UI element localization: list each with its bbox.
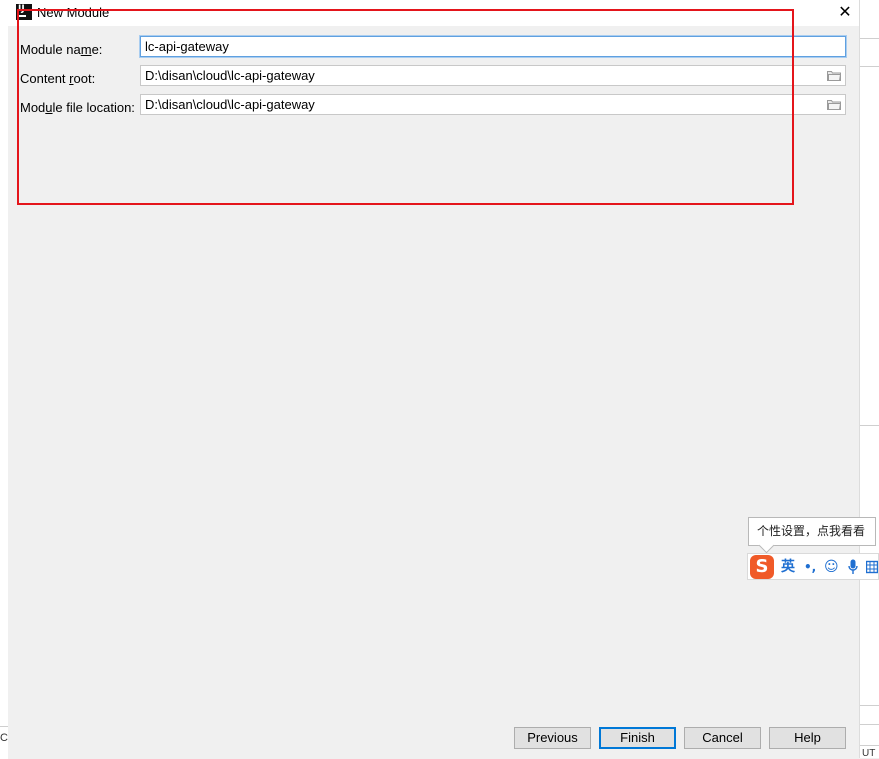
module-name-label: Module name: — [20, 42, 103, 57]
background-window-right — [859, 0, 879, 758]
new-module-dialog: IJ New Module ✕ Module name: Content roo… — [8, 0, 859, 758]
ime-tooltip-text: 个性设置，点我看看 — [757, 524, 866, 538]
module-file-location-label: Module file location: — [20, 100, 135, 115]
previous-button[interactable]: Previous — [514, 727, 591, 749]
content-root-input[interactable] — [141, 66, 819, 85]
help-button[interactable]: Help — [769, 727, 846, 749]
browse-folder-icon[interactable] — [827, 70, 841, 81]
sogou-logo-icon[interactable]: S — [750, 555, 774, 579]
ime-punctuation-toggle[interactable]: •, — [804, 557, 816, 577]
module-name-input[interactable] — [141, 37, 819, 56]
dialog-title: New Module — [37, 5, 110, 20]
finish-button[interactable]: Finish — [599, 727, 676, 749]
content-root-label: Content root: — [20, 71, 96, 86]
keyboard-icon[interactable] — [866, 560, 878, 574]
microphone-icon[interactable] — [848, 559, 858, 575]
background-status-text: C — [0, 732, 8, 744]
module-file-location-input[interactable] — [141, 95, 819, 114]
ime-tooltip[interactable]: 个性设置，点我看看 — [748, 517, 876, 546]
emoji-icon[interactable]: ☺ — [824, 557, 839, 577]
background-window-left — [0, 0, 8, 758]
close-button[interactable]: ✕ — [834, 2, 856, 22]
background-status-right-text: UT — [862, 748, 876, 759]
intellij-app-icon: IJ — [16, 4, 32, 20]
module-name-field[interactable] — [140, 36, 846, 57]
ime-toolbar: S 英 •, ☺ — [747, 553, 879, 580]
module-file-location-field[interactable] — [140, 94, 846, 115]
browse-folder-icon[interactable] — [827, 99, 841, 110]
title-bar: IJ New Module ✕ — [8, 0, 859, 26]
ime-language-toggle[interactable]: 英 — [781, 557, 795, 577]
cancel-button[interactable]: Cancel — [684, 727, 761, 749]
content-root-field[interactable] — [140, 65, 846, 86]
